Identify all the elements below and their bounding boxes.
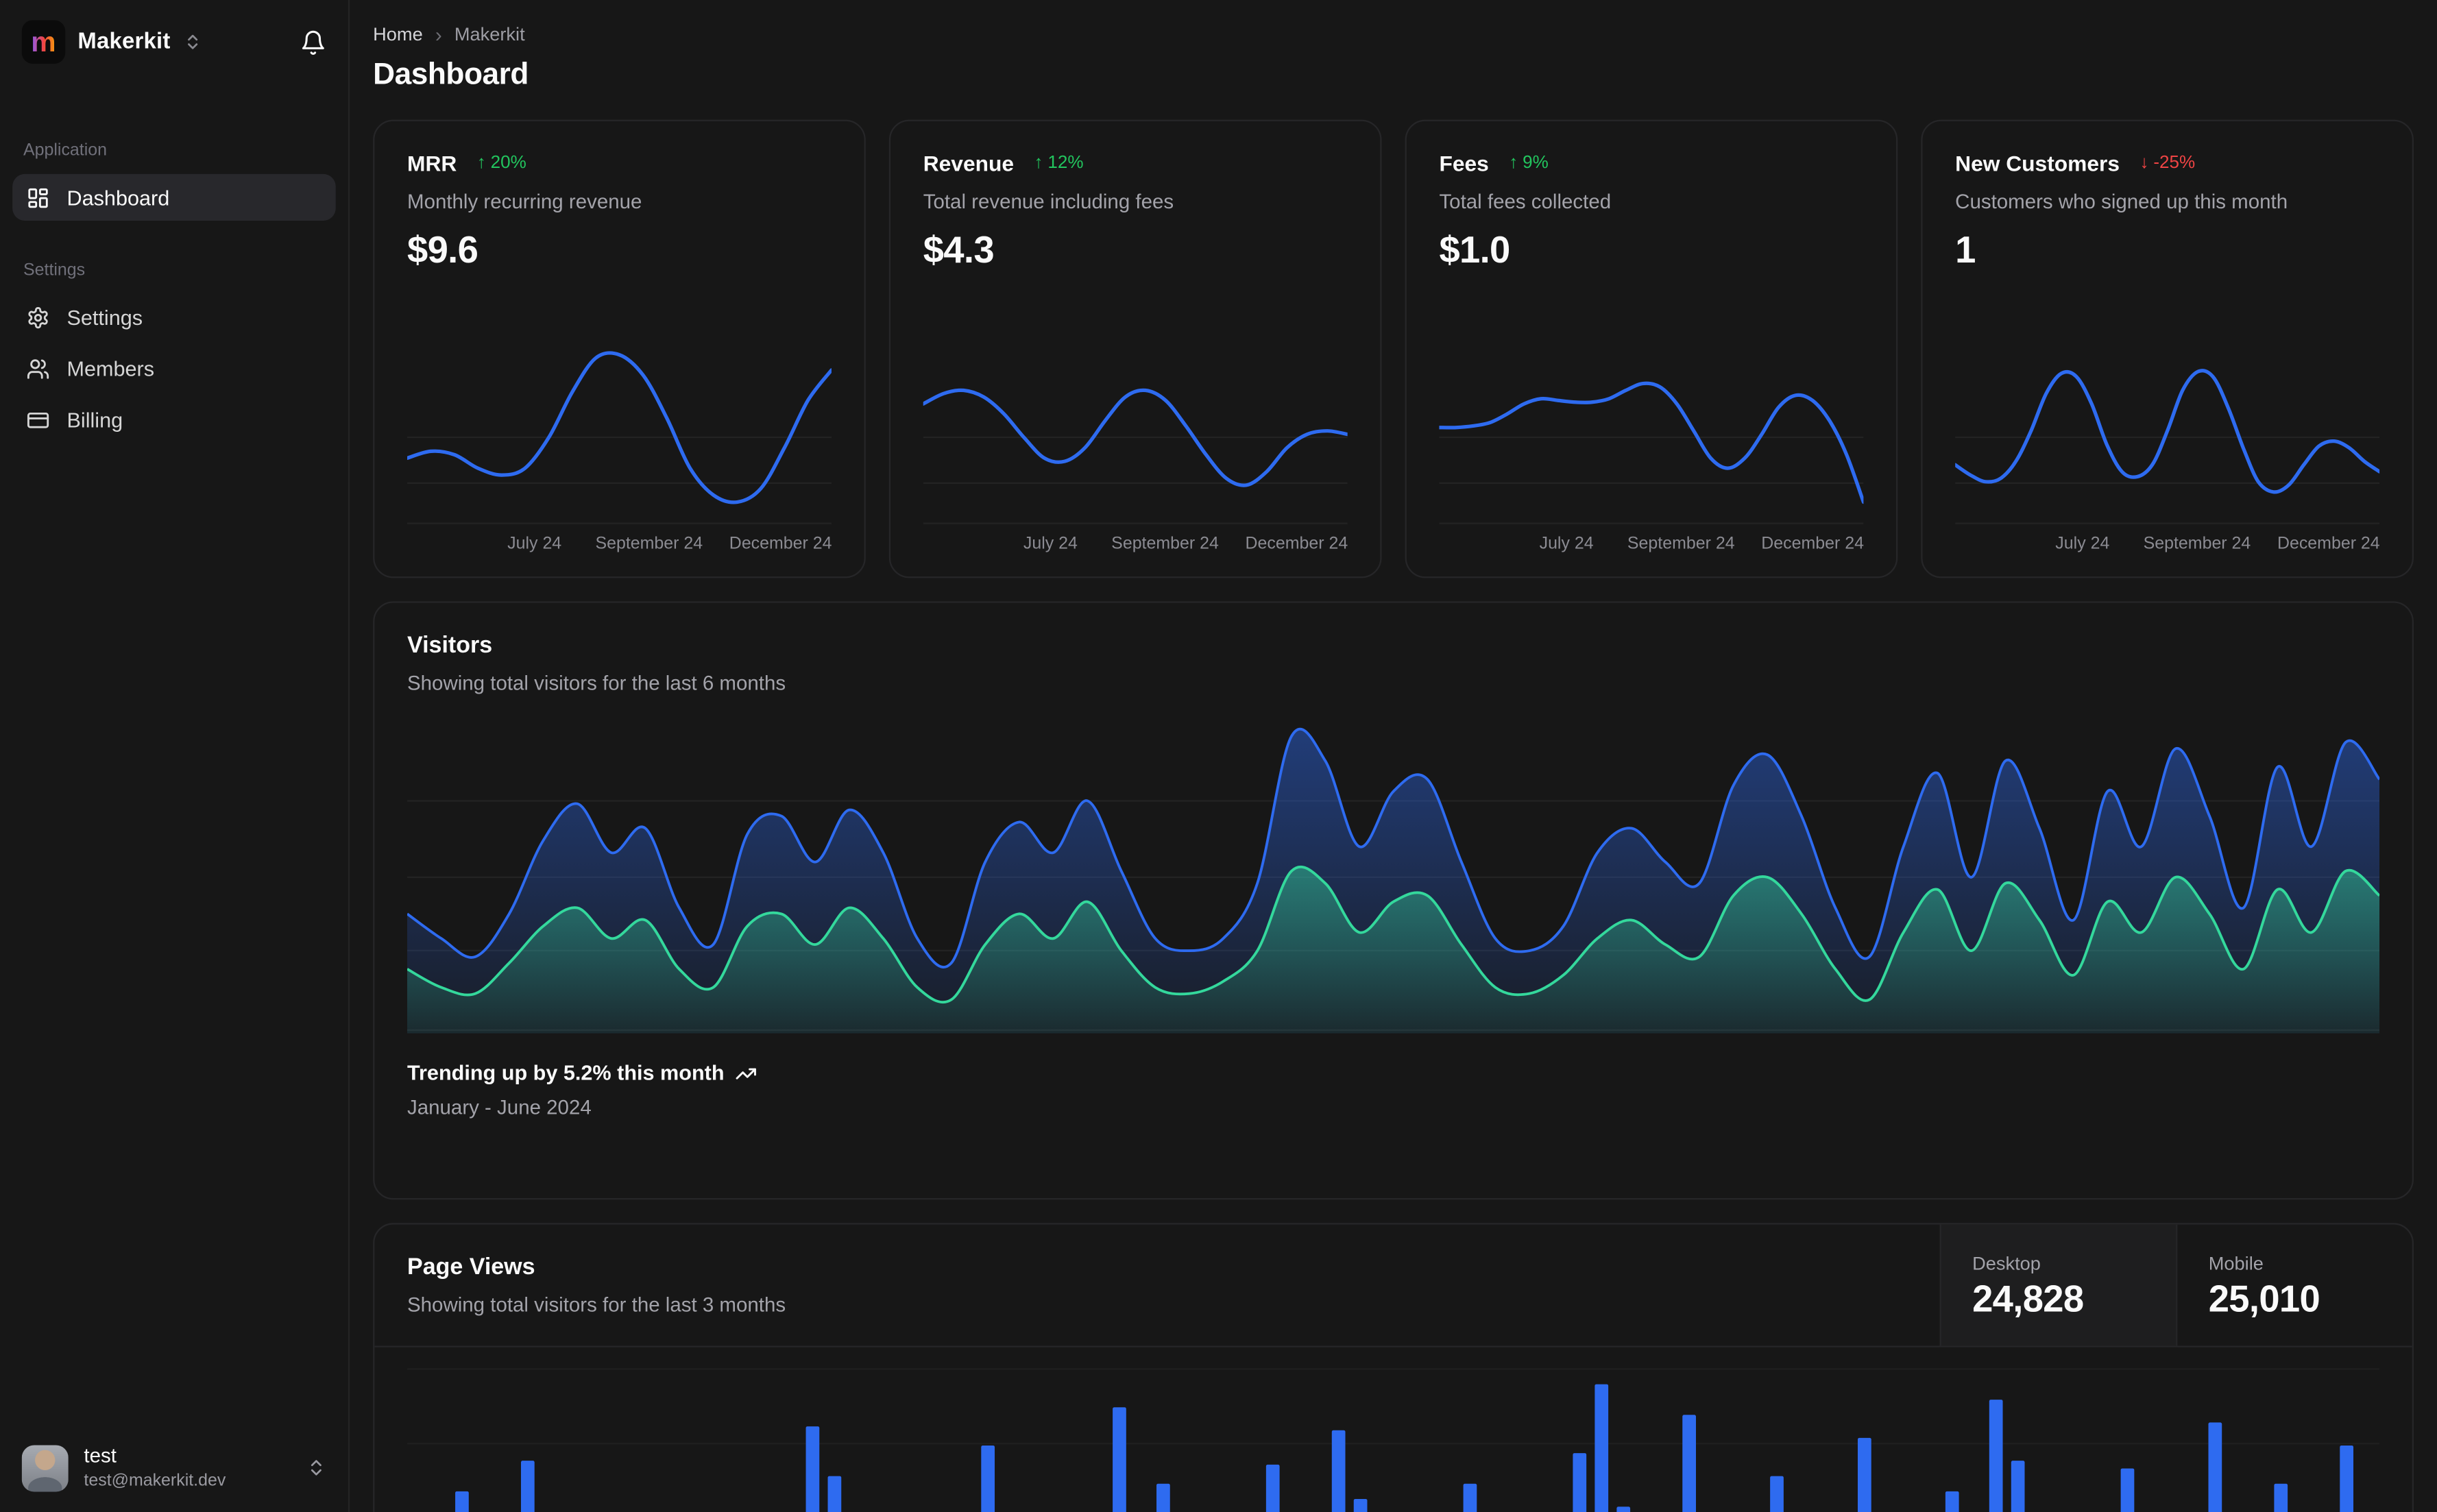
stat-value: $4.3 — [923, 230, 995, 272]
page-views-subtitle: Showing total visitors for the last 3 mo… — [407, 1293, 786, 1317]
x-tick: December 24 — [2277, 534, 2380, 554]
gear-icon — [27, 306, 50, 329]
stat-card-revenue: Revenue ↑ 12% Total revenue including fee… — [888, 119, 1382, 578]
notifications-bell-icon[interactable] — [300, 29, 327, 56]
users-icon — [27, 356, 50, 380]
avatar — [21, 1444, 69, 1491]
sparkline-chart: July 24 September 24 December 24 — [1955, 342, 2380, 558]
stat-value: $1.0 — [1439, 230, 1510, 272]
x-tick: December 24 — [1761, 534, 1864, 554]
chevron-right-icon: › — [435, 22, 442, 46]
sidebar-item-label: Dashboard — [66, 185, 170, 209]
visitors-subtitle: Showing total visitors for the last 6 mo… — [407, 671, 786, 695]
toggle-desktop[interactable]: Desktop 24,828 — [1939, 1224, 2177, 1346]
trend-value: 12% — [1047, 154, 1084, 173]
x-tick: July 24 — [1539, 534, 1594, 554]
x-tick: July 24 — [2055, 534, 2110, 554]
sparkline-chart: July 24 September 24 December 24 — [923, 342, 1348, 558]
x-tick: September 24 — [595, 534, 703, 554]
sidebar-item-label: Billing — [66, 408, 123, 432]
trending-up-icon — [735, 1062, 757, 1084]
toggle-label: Desktop — [1972, 1252, 2041, 1273]
stat-description: Monthly recurring revenue — [407, 189, 642, 213]
trend-arrow-icon: ↑ — [1509, 154, 1518, 173]
stat-value: 1 — [1955, 230, 1976, 272]
trend-arrow-icon: ↑ — [476, 154, 486, 173]
chevron-up-down-icon[interactable] — [306, 1458, 326, 1478]
trend-arrow-icon: ↓ — [2139, 154, 2149, 173]
x-tick: December 24 — [1245, 534, 1348, 554]
x-tick: September 24 — [1111, 534, 1219, 554]
visitors-footer: Trending up by 5.2% this month January -… — [407, 1062, 2379, 1119]
page-views-bar-chart — [374, 1348, 2412, 1512]
user-name: test — [84, 1443, 117, 1467]
sidebar-item-label: Members — [66, 356, 155, 380]
sidebar-item-label: Settings — [66, 305, 143, 329]
x-tick: July 24 — [507, 534, 562, 554]
user-email: test@makerkit.dev — [84, 1471, 226, 1490]
stat-description: Total fees collected — [1439, 189, 1612, 213]
sidebar-item-billing[interactable]: Billing — [12, 396, 336, 443]
toggle-label: Mobile — [2208, 1252, 2264, 1273]
sparkline-chart: July 24 September 24 December 24 — [407, 342, 832, 558]
page-views-card: Page Views Showing total visitors for th… — [373, 1223, 2414, 1512]
sidebar-item-dashboard[interactable]: Dashboard — [12, 173, 336, 221]
visitors-date-range: January - June 2024 — [407, 1095, 592, 1119]
page-title: Dashboard — [373, 57, 529, 92]
sparkline-chart: July 24 September 24 December 24 — [1439, 342, 1864, 558]
sparkline-x-axis: July 24 September 24 December 24 — [923, 533, 1348, 558]
dashboard-grid-icon — [27, 186, 50, 209]
visitors-trend-text: Trending up by 5.2% this month — [407, 1061, 725, 1085]
x-tick: December 24 — [729, 534, 832, 554]
user-menu[interactable]: test test@makerkit.dev — [0, 1426, 348, 1512]
credit-card-icon — [27, 408, 50, 431]
visitors-title: Visitors — [407, 632, 493, 659]
chevron-up-down-icon — [183, 33, 202, 51]
trend-arrow-icon: ↑ — [1034, 154, 1043, 173]
makerkit-logo: m — [21, 20, 66, 64]
x-tick: September 24 — [2143, 534, 2251, 554]
x-tick: September 24 — [1627, 534, 1735, 554]
sidebar: m Makerkit Application Dashboard Setting… — [0, 0, 350, 1512]
sparkline-x-axis: July 24 September 24 December 24 — [1439, 533, 1864, 558]
toggle-mobile[interactable]: Mobile 25,010 — [2176, 1224, 2412, 1346]
toggle-value: 25,010 — [2208, 1278, 2320, 1321]
nav-section-settings: Settings — [23, 260, 86, 280]
breadcrumb-home-link[interactable]: Home — [373, 23, 423, 45]
nav-section-application: Application — [23, 141, 108, 160]
sparkline-x-axis: July 24 September 24 December 24 — [1955, 533, 2379, 558]
stat-title: Revenue — [923, 150, 1015, 176]
workspace-selector[interactable]: m Makerkit — [0, 0, 348, 80]
sidebar-nav: Application Dashboard Settings Settings … — [0, 80, 348, 443]
x-tick: July 24 — [1023, 534, 1078, 554]
stats-row: MRR ↑ 20% Monthly recurring revenue $9.6 … — [373, 119, 2414, 578]
workspace-name: Makerkit — [77, 29, 171, 55]
trend-value: 20% — [490, 154, 526, 173]
stat-value: $9.6 — [407, 230, 478, 272]
stat-title: Fees — [1439, 150, 1489, 176]
breadcrumb: Home › Makerkit — [373, 23, 2414, 45]
toggle-value: 24,828 — [1972, 1278, 2084, 1321]
breadcrumb-current: Makerkit — [454, 23, 525, 45]
sparkline-x-axis: July 24 September 24 December 24 — [407, 533, 832, 558]
stat-card-mrr: MRR ↑ 20% Monthly recurring revenue $9.6 … — [373, 119, 866, 578]
page-views-title: Page Views — [407, 1254, 535, 1281]
sidebar-item-members[interactable]: Members — [12, 345, 336, 391]
stat-description: Total revenue including fees — [923, 189, 1174, 213]
trend-value: 9% — [1523, 154, 1549, 173]
stat-title: MRR — [407, 150, 457, 176]
app-screen: m Makerkit Application Dashboard Setting… — [0, 0, 2437, 1512]
page-views-header: Page Views Showing total visitors for th… — [374, 1224, 2412, 1348]
trend-value: -25% — [2153, 154, 2196, 173]
stat-card-fees: Fees ↑ 9% Total fees collected $1.0 July … — [1405, 119, 1898, 578]
sidebar-item-settings[interactable]: Settings — [12, 294, 336, 341]
visitors-card: Visitors Showing total visitors for the … — [373, 601, 2414, 1200]
stat-card-new-customers: New Customers ↓ -25% Customers who signed… — [1921, 119, 2414, 578]
visitors-area-chart — [407, 715, 2380, 1034]
stat-title: New Customers — [1955, 150, 2120, 176]
main-content: Home › Makerkit Dashboard MRR ↑ 20% Month… — [350, 0, 2437, 1512]
stat-description: Customers who signed up this month — [1955, 189, 2288, 213]
